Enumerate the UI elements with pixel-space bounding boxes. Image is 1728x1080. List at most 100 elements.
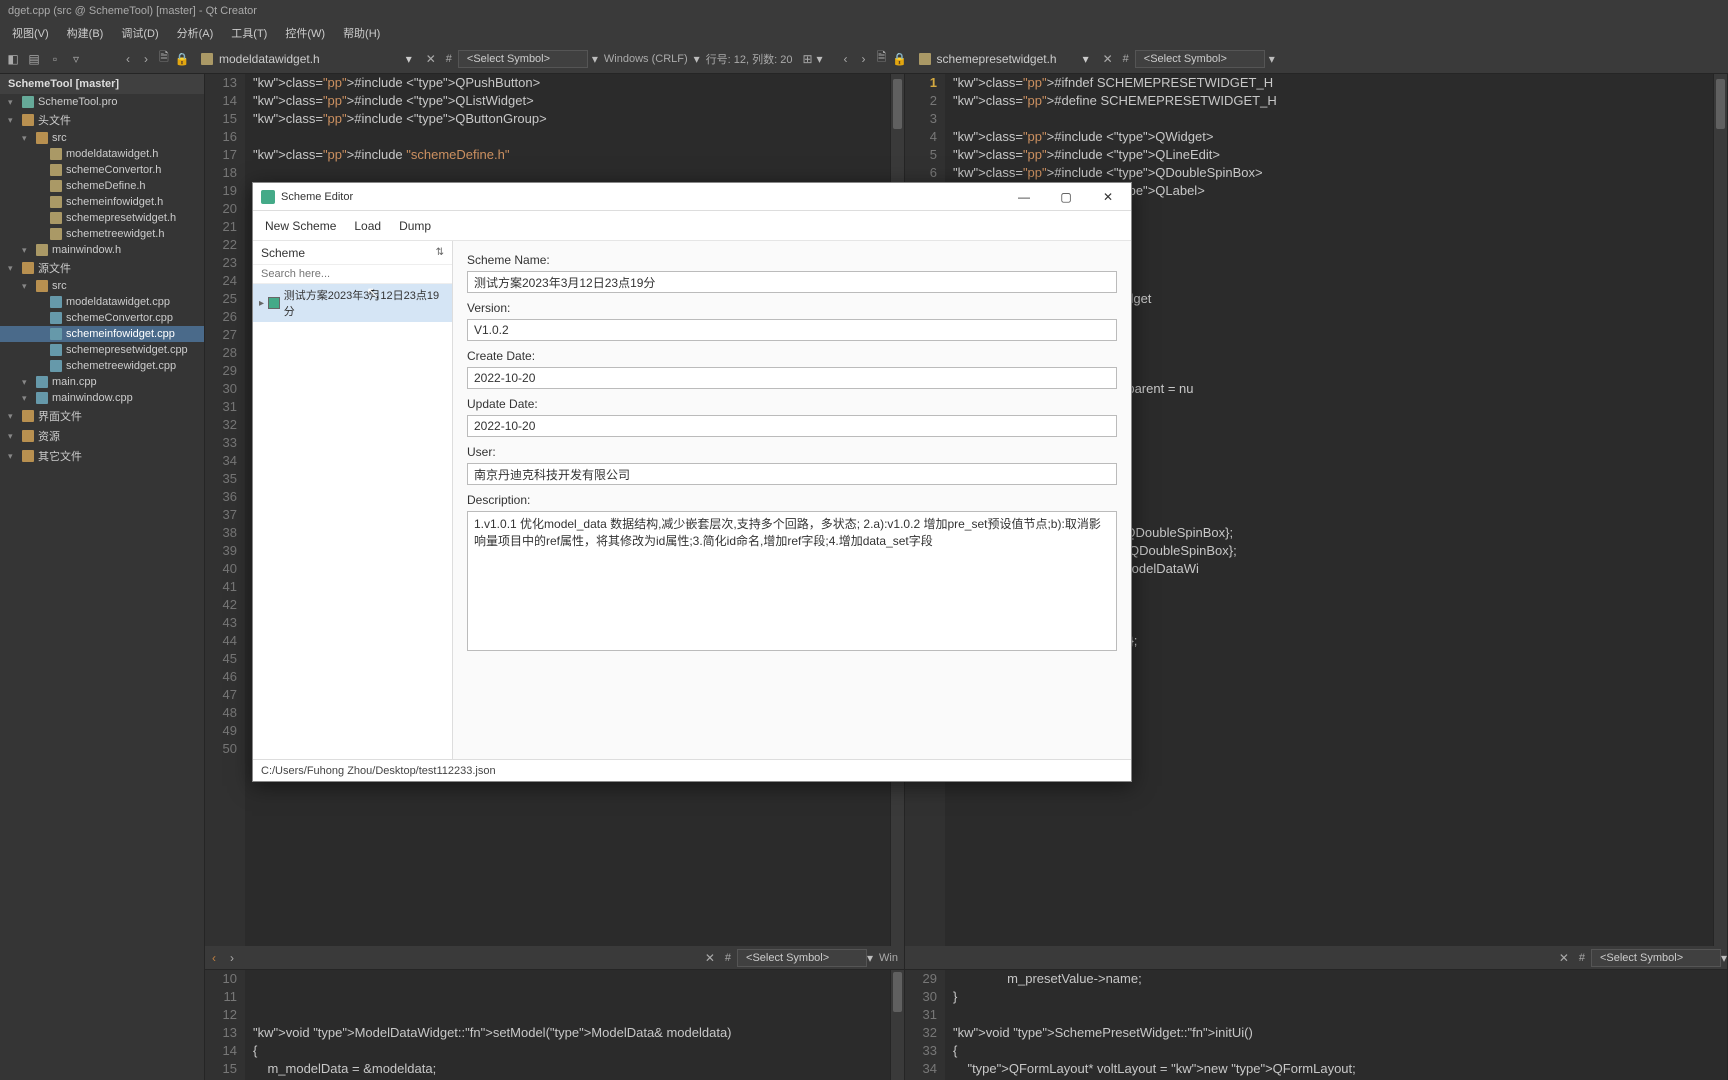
dialog-titlebar[interactable]: Scheme Editor — ▢ ✕ bbox=[253, 183, 1131, 211]
menu-item[interactable]: 控件(W) bbox=[277, 23, 333, 43]
sort-icon[interactable]: ⇅ bbox=[436, 247, 444, 258]
update-date-input[interactable] bbox=[467, 415, 1117, 437]
project-name: SchemeTool [master] bbox=[0, 74, 204, 94]
checkbox-icon[interactable] bbox=[268, 297, 280, 309]
menu-item[interactable]: 帮助(H) bbox=[335, 23, 388, 43]
close-icon[interactable]: ✕ bbox=[701, 949, 719, 967]
nav-back-icon[interactable]: ‹ bbox=[205, 949, 223, 967]
tree-item[interactable]: schemeDefine.h bbox=[0, 178, 204, 194]
create-date-input[interactable] bbox=[467, 367, 1117, 389]
dialog-toolbar: New Scheme Load Dump bbox=[253, 211, 1131, 241]
nav-back-icon[interactable]: ‹ bbox=[119, 50, 137, 68]
file-icon: 🗎 bbox=[155, 50, 173, 68]
header-file-icon bbox=[919, 53, 931, 65]
tree-item[interactable]: schemepresetwidget.cpp bbox=[0, 342, 204, 358]
user-input[interactable] bbox=[467, 463, 1117, 485]
new-scheme-button[interactable]: New Scheme bbox=[265, 219, 336, 233]
tool-icon[interactable]: ▿ bbox=[67, 50, 85, 68]
tree-item[interactable]: schemetreewidget.cpp bbox=[0, 358, 204, 374]
expand-arrow-icon[interactable]: ▸ bbox=[259, 298, 264, 309]
tree-item[interactable]: schemeinfowidget.h bbox=[0, 194, 204, 210]
close-button[interactable]: ✕ bbox=[1093, 190, 1123, 204]
tool-icon[interactable]: ▫ bbox=[46, 50, 64, 68]
scrollbar[interactable] bbox=[890, 970, 904, 1080]
tree-item[interactable]: schemeinfowidget.cpp bbox=[0, 326, 204, 342]
symbol-combo-right[interactable]: <Select Symbol> bbox=[1135, 50, 1265, 68]
header-file-icon bbox=[201, 53, 213, 65]
tree-item[interactable]: ▾资源 bbox=[0, 426, 204, 446]
symbol-combo-left[interactable]: <Select Symbol> bbox=[458, 50, 588, 68]
dump-button[interactable]: Dump bbox=[399, 219, 431, 233]
file-tab-left[interactable]: modeldatawidget.h ▾ bbox=[191, 50, 422, 68]
symbol-combo[interactable]: <Select Symbol> bbox=[1591, 949, 1721, 967]
tree-item[interactable]: ▾mainwindow.h bbox=[0, 242, 204, 258]
tree-item[interactable]: ▾界面文件 bbox=[0, 406, 204, 426]
tree-item[interactable]: modeldatawidget.cpp bbox=[0, 294, 204, 310]
file-tab-right[interactable]: schemepresetwidget.h ▾ bbox=[909, 50, 1099, 68]
user-label: User: bbox=[467, 445, 1117, 459]
close-icon[interactable]: ✕ bbox=[1555, 949, 1573, 967]
description-label: Description: bbox=[467, 493, 1117, 507]
file-name: modeldatawidget.h bbox=[219, 52, 320, 66]
tree-item[interactable]: ▾SchemeTool.pro bbox=[0, 94, 204, 110]
nav-fwd-icon[interactable]: › bbox=[855, 50, 873, 68]
app-icon bbox=[261, 190, 275, 204]
scheme-header-label: Scheme bbox=[261, 246, 305, 260]
lock-icon[interactable]: 🔒 bbox=[891, 50, 909, 68]
editor-bottom-left[interactable]: 10111213141516 "kw">void "type">ModelDat… bbox=[205, 970, 904, 1080]
search-input[interactable] bbox=[253, 265, 452, 284]
tree-item[interactable]: ▾main.cpp bbox=[0, 374, 204, 390]
menu-item[interactable]: 分析(A) bbox=[169, 23, 222, 43]
create-date-label: Create Date: bbox=[467, 349, 1117, 363]
tool-icon[interactable]: ▤ bbox=[25, 50, 43, 68]
menu-item[interactable]: 调试(D) bbox=[113, 23, 166, 43]
nav-back-icon[interactable]: ‹ bbox=[837, 50, 855, 68]
scheme-header[interactable]: Scheme ⇅ bbox=[253, 241, 452, 265]
load-button[interactable]: Load bbox=[354, 219, 381, 233]
encoding[interactable]: Win bbox=[873, 952, 904, 964]
menu-item[interactable]: 构建(B) bbox=[59, 23, 112, 43]
close-icon[interactable]: ✕ bbox=[1099, 50, 1117, 68]
editor-toolbar-bottom-right: ✕ # <Select Symbol> ▾ bbox=[905, 946, 1727, 970]
tree-item[interactable]: schemepresetwidget.h bbox=[0, 210, 204, 226]
close-icon[interactable]: ✕ bbox=[422, 50, 440, 68]
tree-item[interactable]: ▾头文件 bbox=[0, 110, 204, 130]
tree-item[interactable]: ▾src bbox=[0, 278, 204, 294]
hash-icon: # bbox=[440, 53, 458, 65]
tree-item[interactable]: ▾src bbox=[0, 130, 204, 146]
dialog-statusbar: C:/Users/Fuhong Zhou/Desktop/test112233.… bbox=[253, 759, 1131, 781]
file-icon: 🗎 bbox=[873, 50, 891, 68]
editor-toolbar-bottom-left: ‹ › ✕ # <Select Symbol> ▾ Win bbox=[205, 946, 904, 970]
tool-icon[interactable]: ◧ bbox=[4, 50, 22, 68]
tree-item[interactable]: schemeConvertor.cpp bbox=[0, 310, 204, 326]
scheme-item-label: 测试方案2023年3月12日23点19分 bbox=[284, 287, 446, 319]
tree-item[interactable]: ▾其它文件 bbox=[0, 446, 204, 466]
lock-icon[interactable]: 🔒 bbox=[173, 50, 191, 68]
scheme-tree-item[interactable]: ▸ 测试方案2023年3月12日23点19分 bbox=[253, 284, 452, 322]
symbol-combo[interactable]: <Select Symbol> bbox=[737, 949, 867, 967]
maximize-button[interactable]: ▢ bbox=[1051, 190, 1081, 204]
tree-item[interactable]: schemeConvertor.h bbox=[0, 162, 204, 178]
tree-item[interactable]: ▾源文件 bbox=[0, 258, 204, 278]
encoding[interactable]: Windows (CRLF) bbox=[598, 53, 694, 65]
menu-item[interactable]: 工具(T) bbox=[223, 23, 275, 43]
tree-item[interactable]: modeldatawidget.h bbox=[0, 146, 204, 162]
scheme-name-input[interactable] bbox=[467, 271, 1117, 293]
dialog-form: Scheme Name: Version: Create Date: Updat… bbox=[453, 241, 1131, 759]
split-icon[interactable]: ⊞ bbox=[799, 50, 817, 68]
minimize-button[interactable]: — bbox=[1009, 190, 1039, 204]
tree-item[interactable]: ▾mainwindow.cpp bbox=[0, 390, 204, 406]
scrollbar[interactable] bbox=[1713, 74, 1727, 946]
file-name: schemepresetwidget.h bbox=[937, 52, 1057, 66]
tree-item[interactable]: schemetreewidget.h bbox=[0, 226, 204, 242]
nav-fwd-icon[interactable]: › bbox=[137, 50, 155, 68]
menu-item[interactable]: 视图(V) bbox=[4, 23, 57, 43]
project-sidebar[interactable]: SchemeTool [master] ▾SchemeTool.pro▾头文件▾… bbox=[0, 74, 205, 1080]
hash-icon: # bbox=[1117, 53, 1135, 65]
dialog-scheme-list: Scheme ⇅ ▸ 测试方案2023年3月12日23点19分 bbox=[253, 241, 453, 759]
editor-bottom-right[interactable]: 293031323334 m_presetValue->name;}"kw">v… bbox=[905, 970, 1727, 1080]
version-input[interactable] bbox=[467, 319, 1117, 341]
nav-fwd-icon[interactable]: › bbox=[223, 949, 241, 967]
dialog-title-text: Scheme Editor bbox=[281, 191, 353, 203]
description-textarea[interactable] bbox=[467, 511, 1117, 651]
